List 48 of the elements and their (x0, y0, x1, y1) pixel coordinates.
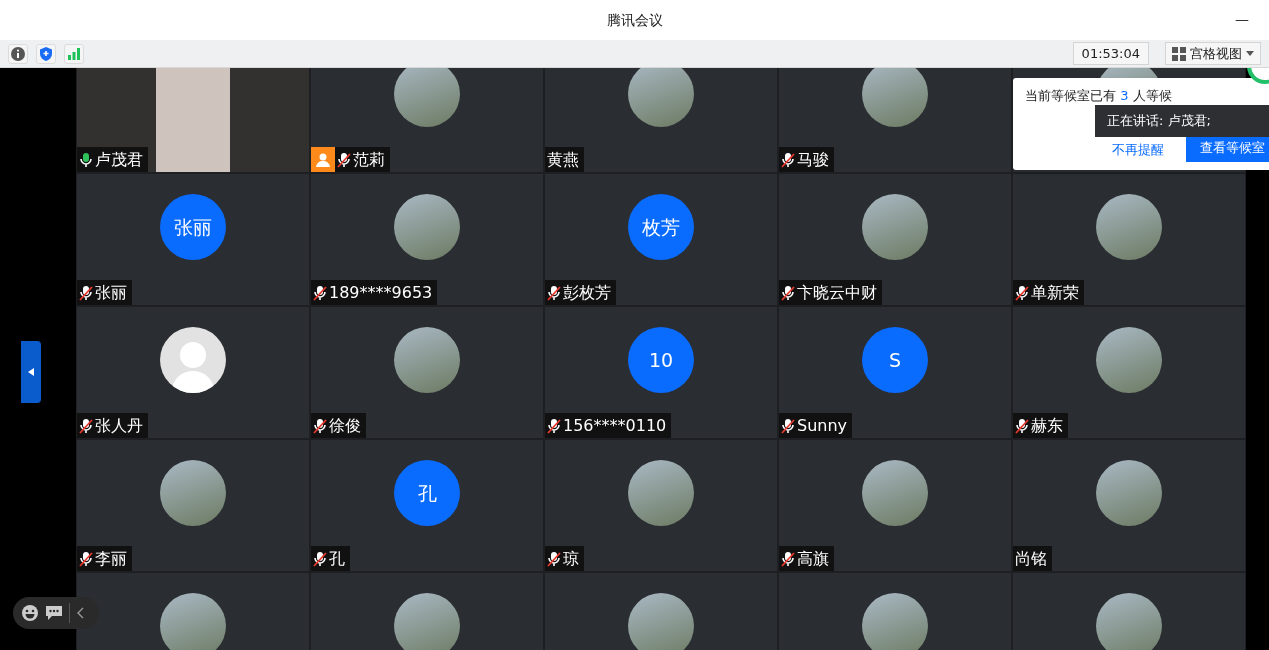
participant-name: 彭枚芳 (563, 281, 611, 304)
initials-avatar: 10 (628, 327, 694, 393)
participant-name: 范莉 (353, 148, 385, 171)
participant-name: 尚铭 (1015, 547, 1047, 570)
avatar-photo-placeholder (628, 68, 694, 127)
avatar-photo-placeholder (394, 593, 460, 650)
avatar-photo-placeholder (1096, 593, 1162, 650)
speaking-tooltip: 正在讲话: 卢茂君; (1095, 105, 1269, 137)
meeting-timer: 01:53:04 (1072, 41, 1149, 66)
participant-name: 单新荣 (1031, 281, 1079, 304)
dismiss-link[interactable]: 不再提醒 (1112, 140, 1164, 160)
info-button[interactable] (8, 43, 28, 64)
avatar-photo-placeholder (862, 68, 928, 127)
caret-icon (1246, 50, 1254, 57)
participant-name: 黄燕 (547, 148, 579, 171)
caret-icon (28, 368, 34, 376)
avatar-photo-placeholder (628, 593, 694, 650)
participant-name: Sunny (797, 414, 848, 437)
window-title: 腾讯会议 (606, 10, 663, 30)
initials-avatar: S (862, 327, 928, 393)
collapse-button[interactable] (76, 607, 84, 619)
view-mode-button[interactable]: 宫格视图 (1165, 41, 1261, 66)
waiting-room-message: 当前等候室已有 3 人等候 (1025, 87, 1172, 105)
participant-name: 156****0110 (563, 414, 667, 437)
avatar-photo-placeholder (394, 68, 460, 127)
participant-name: 张丽 (95, 281, 127, 304)
participant-name: 马骏 (797, 148, 829, 171)
shield-button[interactable] (36, 43, 56, 64)
participant-name: 卢茂君 (95, 148, 143, 171)
avatar-photo-placeholder (160, 593, 226, 650)
chat-button[interactable] (45, 605, 63, 621)
participant-name: 张人丹 (95, 414, 143, 437)
participant-name: 高旗 (797, 547, 829, 570)
minimize-button[interactable]: — (1229, 8, 1255, 31)
initials-avatar: 枚芳 (628, 194, 694, 260)
participant-name: 189****9653 (329, 281, 433, 304)
participant-name: 琼 (563, 547, 579, 570)
initials-avatar: 孔 (394, 460, 460, 526)
participant-name: 卞晓云中财 (797, 281, 877, 304)
participant-name: 赫东 (1031, 414, 1063, 437)
participant-name: 徐俊 (329, 414, 361, 437)
participant-name: 李丽 (95, 547, 127, 570)
participant-name: 孔 (329, 547, 345, 570)
initials-avatar: 张丽 (160, 194, 226, 260)
grid-icon (1172, 46, 1186, 61)
avatar-photo-placeholder (862, 593, 928, 650)
side-panel-toggle[interactable] (21, 341, 41, 403)
emoji-button[interactable] (21, 604, 39, 622)
